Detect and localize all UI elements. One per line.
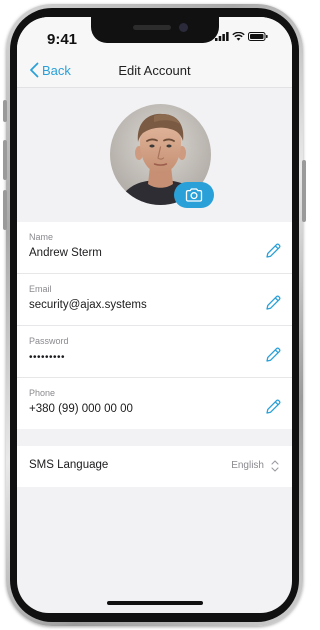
password-value: •••••••••: [29, 352, 66, 363]
name-value: Andrew Sterm: [29, 247, 102, 259]
battery-icon: [248, 32, 268, 41]
volume-up-button: [3, 140, 7, 180]
email-label: Email: [29, 284, 52, 294]
up-down-chevron-icon: [271, 460, 279, 472]
sms-language-value: English: [231, 460, 264, 471]
edit-name-pencil-icon[interactable]: [264, 242, 282, 260]
status-icons: [215, 32, 268, 41]
speaker-grille: [132, 25, 171, 30]
power-button: [302, 160, 306, 222]
wifi-icon: [232, 32, 245, 41]
email-value: security@ajax.systems: [29, 299, 147, 311]
password-label: Password: [29, 336, 69, 346]
notch: [90, 17, 219, 43]
page-title: Edit Account: [118, 63, 191, 78]
change-photo-button[interactable]: [174, 182, 214, 208]
nav-bar: Back Edit Account: [17, 55, 292, 88]
account-fields: Name Andrew Sterm Email security@ajax.sy…: [17, 222, 292, 429]
phone-label: Phone: [29, 388, 56, 398]
mute-switch: [3, 100, 7, 122]
camera-icon: [185, 188, 203, 202]
sms-language-row[interactable]: SMS Language English: [17, 446, 292, 487]
password-field: Password •••••••••: [17, 326, 292, 378]
name-label: Name: [29, 232, 54, 242]
volume-down-button: [3, 190, 7, 230]
name-field: Name Andrew Sterm: [17, 222, 292, 274]
edit-email-pencil-icon[interactable]: [264, 294, 282, 312]
avatar-section: [17, 88, 292, 221]
front-camera: [178, 23, 188, 32]
sms-language-label: SMS Language: [29, 459, 109, 471]
status-time: 9:41: [47, 31, 78, 48]
home-indicator[interactable]: [106, 601, 203, 605]
phone-value: +380 (99) 000 00 00: [29, 403, 133, 415]
phone-field: Phone +380 (99) 000 00 00: [17, 378, 292, 429]
screen: 9:41 Back Edit Account Name Andrew Sterm…: [17, 17, 292, 613]
email-field: Email security@ajax.systems: [17, 274, 292, 326]
edit-phone-pencil-icon[interactable]: [264, 398, 282, 416]
edit-password-pencil-icon[interactable]: [264, 346, 282, 364]
